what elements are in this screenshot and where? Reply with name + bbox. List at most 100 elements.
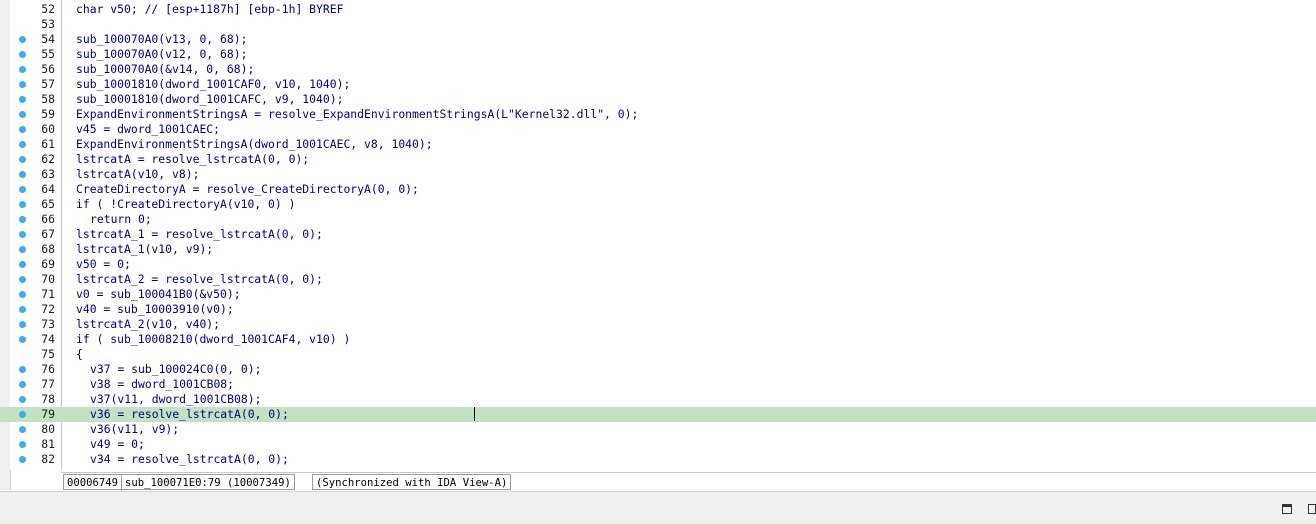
- line-number: 69: [41, 257, 55, 271]
- code-text[interactable]: sub_100070A0(&v14, 0, 68);: [76, 62, 254, 77]
- line-number: 71: [41, 287, 55, 301]
- status-location: sub_100071E0:79 (10007349): [121, 474, 295, 490]
- code-line[interactable]: 80 v36(v11, v9);: [0, 422, 1316, 437]
- code-text[interactable]: lstrcatA_2 = resolve_lstrcatA(0, 0);: [76, 272, 323, 287]
- code-line[interactable]: 61 ExpandEnvironmentStringsA(dword_1001CA…: [0, 137, 1316, 152]
- code-line[interactable]: 76 v37 = sub_100024C0(0, 0);: [0, 362, 1316, 377]
- line-number: 52: [41, 2, 55, 16]
- code-text[interactable]: v50 = 0;: [76, 257, 131, 272]
- line-number: 61: [41, 137, 55, 151]
- code-text[interactable]: v49 = 0;: [90, 437, 145, 452]
- line-number: 67: [41, 227, 55, 241]
- code-text[interactable]: ExpandEnvironmentStringsA = resolve_Expa…: [76, 107, 638, 122]
- code-text[interactable]: char v50; // [esp+1187h] [ebp-1h] BYREF: [76, 2, 343, 17]
- line-number: 79: [41, 407, 55, 421]
- code-line[interactable]: 54 sub_100070A0(v13, 0, 68);: [0, 32, 1316, 47]
- code-text[interactable]: v40 = sub_10003910(v0);: [76, 302, 234, 317]
- text-caret: [474, 407, 475, 421]
- window-restore-icon[interactable]: [1282, 504, 1292, 514]
- code-line[interactable]: 63 lstrcatA(v10, v8);: [0, 167, 1316, 182]
- line-number: 55: [41, 47, 55, 61]
- code-line[interactable]: 53: [0, 17, 1316, 32]
- code-text[interactable]: lstrcatA(v10, v8);: [76, 167, 199, 182]
- line-number: 74: [41, 332, 55, 346]
- code-line[interactable]: 74 if ( sub_10008210(dword_1001CAF4, v10)…: [0, 332, 1316, 347]
- line-number: 66: [41, 212, 55, 226]
- code-line[interactable]: 69 v50 = 0;: [0, 257, 1316, 272]
- code-text[interactable]: lstrcatA = resolve_lstrcatA(0, 0);: [76, 152, 309, 167]
- code-text[interactable]: sub_10001810(dword_1001CAF0, v10, 1040);: [76, 77, 350, 92]
- code-text[interactable]: lstrcatA_2(v10, v40);: [76, 317, 220, 332]
- line-number: 75: [41, 347, 55, 361]
- code-line[interactable]: 65 if ( !CreateDirectoryA(v10, 0) ): [0, 197, 1316, 212]
- code-text[interactable]: if ( !CreateDirectoryA(v10, 0) ): [76, 197, 295, 212]
- line-number: 68: [41, 242, 55, 256]
- code-line[interactable]: 68 lstrcatA_1(v10, v9);: [0, 242, 1316, 257]
- line-number: 77: [41, 377, 55, 391]
- code-text[interactable]: v36 = resolve_lstrcatA(0, 0);: [90, 407, 289, 422]
- code-text[interactable]: ExpandEnvironmentStringsA(dword_1001CAEC…: [76, 137, 433, 152]
- line-number: 73: [41, 317, 55, 331]
- line-number: 64: [41, 182, 55, 196]
- line-number: 58: [41, 92, 55, 106]
- code-text[interactable]: v0 = sub_100041B0(&v50);: [76, 287, 241, 302]
- code-line[interactable]: 62 lstrcatA = resolve_lstrcatA(0, 0);: [0, 152, 1316, 167]
- status-bar: 00006749 sub_100071E0:79 (10007349) (Syn…: [61, 472, 1316, 492]
- code-lines: 52 char v50; // [esp+1187h] [ebp-1h] BYRE…: [0, 0, 1316, 470]
- line-number: 59: [41, 107, 55, 121]
- line-number: 56: [41, 62, 55, 76]
- code-text[interactable]: v37(v11, dword_1001CB08);: [90, 392, 261, 407]
- code-line[interactable]: 59 ExpandEnvironmentStringsA = resolve_Ex…: [0, 107, 1316, 122]
- code-text[interactable]: v45 = dword_1001CAEC;: [76, 122, 220, 137]
- line-number: 62: [41, 152, 55, 166]
- line-number: 57: [41, 77, 55, 91]
- code-line[interactable]: 52 char v50; // [esp+1187h] [ebp-1h] BYRE…: [0, 2, 1316, 17]
- code-text[interactable]: v37 = sub_100024C0(0, 0);: [90, 362, 261, 377]
- line-number: 81: [41, 437, 55, 451]
- window-float-icon[interactable]: [1308, 504, 1316, 514]
- code-text[interactable]: lstrcatA_1(v10, v9);: [76, 242, 213, 257]
- line-number: 65: [41, 197, 55, 211]
- line-number: 70: [41, 272, 55, 286]
- code-line[interactable]: 57 sub_10001810(dword_1001CAF0, v10, 1040…: [0, 77, 1316, 92]
- code-text[interactable]: {: [76, 347, 83, 362]
- code-line[interactable]: 70 lstrcatA_2 = resolve_lstrcatA(0, 0);: [0, 272, 1316, 287]
- code-text[interactable]: if ( sub_10008210(dword_1001CAF4, v10) ): [76, 332, 350, 347]
- line-number: 63: [41, 167, 55, 181]
- code-line-current[interactable]: 79 v36 = resolve_lstrcatA(0, 0);: [0, 407, 1316, 422]
- code-text[interactable]: v36(v11, v9);: [90, 422, 179, 437]
- line-number: 76: [41, 362, 55, 376]
- code-line[interactable]: 71 v0 = sub_100041B0(&v50);: [0, 287, 1316, 302]
- code-line[interactable]: 78 v37(v11, dword_1001CB08);: [0, 392, 1316, 407]
- code-line[interactable]: 67 lstrcatA_1 = resolve_lstrcatA(0, 0);: [0, 227, 1316, 242]
- code-line[interactable]: 60 v45 = dword_1001CAEC;: [0, 122, 1316, 137]
- code-line[interactable]: 77 v38 = dword_1001CB08;: [0, 377, 1316, 392]
- code-text[interactable]: lstrcatA_1 = resolve_lstrcatA(0, 0);: [76, 227, 323, 242]
- code-line[interactable]: 58 sub_10001810(dword_1001CAFC, v9, 1040)…: [0, 92, 1316, 107]
- code-text[interactable]: v34 = resolve_lstrcatA(0, 0);: [90, 452, 289, 467]
- code-text[interactable]: sub_100070A0(v12, 0, 68);: [76, 47, 247, 62]
- line-number: 54: [41, 32, 55, 46]
- code-line[interactable]: 75 {: [0, 347, 1316, 362]
- code-text[interactable]: sub_10001810(dword_1001CAFC, v9, 1040);: [76, 92, 343, 107]
- status-sync: (Synchronized with IDA View-A): [312, 474, 512, 490]
- code-text[interactable]: v38 = dword_1001CB08;: [90, 377, 234, 392]
- code-line[interactable]: 81 v49 = 0;: [0, 437, 1316, 452]
- code-line[interactable]: 66 return 0;: [0, 212, 1316, 227]
- line-number: 72: [41, 302, 55, 316]
- line-number: 78: [41, 392, 55, 406]
- line-number: 80: [41, 422, 55, 436]
- line-number: 82: [41, 452, 55, 466]
- code-text[interactable]: sub_100070A0(v13, 0, 68);: [76, 32, 247, 47]
- code-line[interactable]: 55 sub_100070A0(v12, 0, 68);: [0, 47, 1316, 62]
- code-text[interactable]: return 0;: [90, 212, 152, 227]
- code-line[interactable]: 64 CreateDirectoryA = resolve_CreateDirec…: [0, 182, 1316, 197]
- status-address: 00006749: [63, 474, 123, 490]
- line-number: 60: [41, 122, 55, 136]
- code-line[interactable]: 82 v34 = resolve_lstrcatA(0, 0);: [0, 452, 1316, 467]
- code-text[interactable]: CreateDirectoryA = resolve_CreateDirecto…: [76, 182, 419, 197]
- code-line[interactable]: 73 lstrcatA_2(v10, v40);: [0, 317, 1316, 332]
- code-line[interactable]: 72 v40 = sub_10003910(v0);: [0, 302, 1316, 317]
- code-line[interactable]: 56 sub_100070A0(&v14, 0, 68);: [0, 62, 1316, 77]
- bottom-toolbar: [0, 491, 1316, 524]
